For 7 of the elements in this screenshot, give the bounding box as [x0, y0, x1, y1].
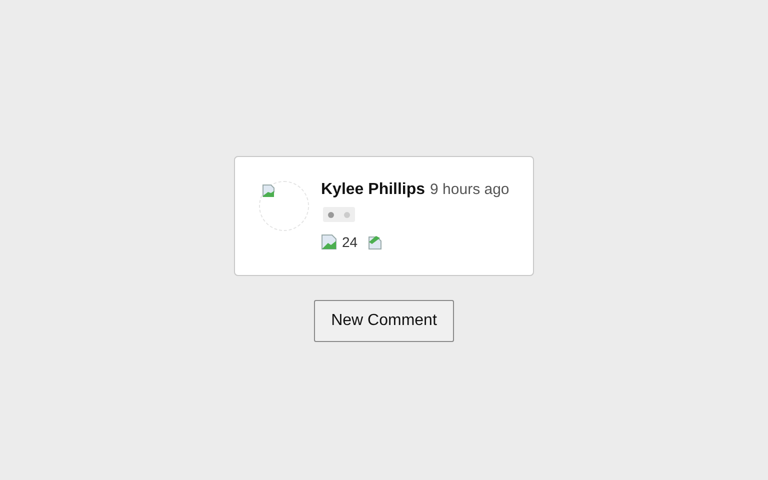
- broken-image-icon[interactable]: [321, 234, 337, 250]
- timestamp: 9 hours ago: [430, 181, 510, 198]
- broken-image-icon: [261, 183, 277, 199]
- author-name: Kylee Phillips: [321, 181, 426, 199]
- new-comment-button[interactable]: New Comment: [314, 300, 454, 342]
- broken-image-icon[interactable]: [366, 234, 382, 250]
- like-count: 24: [342, 234, 358, 250]
